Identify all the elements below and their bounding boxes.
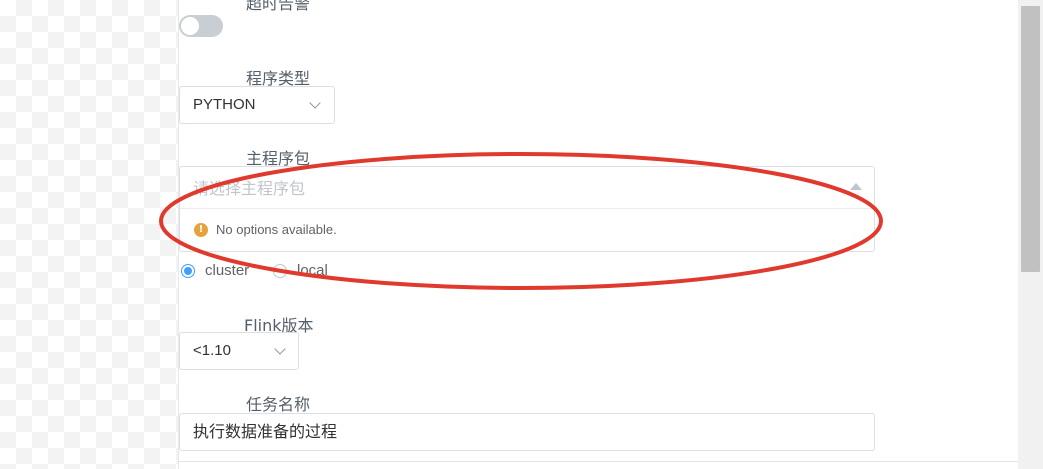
red-ellipse-mark [159,152,883,290]
annotation-ellipse [159,152,883,290]
